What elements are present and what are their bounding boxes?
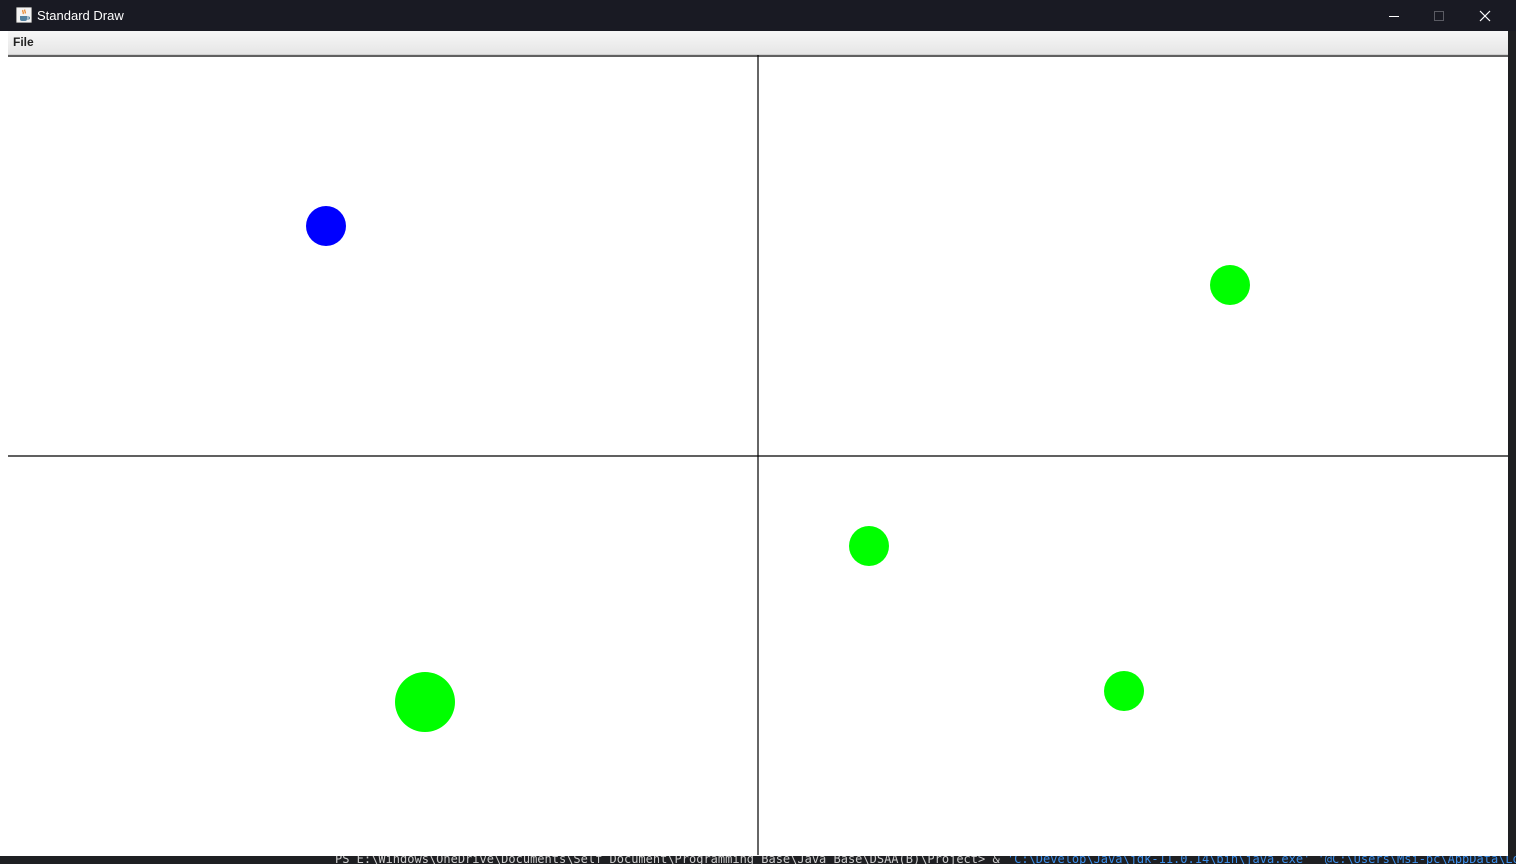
close-icon	[1479, 10, 1491, 21]
maximize-button[interactable]	[1416, 0, 1462, 31]
green-ball-top-right	[1210, 265, 1250, 305]
menu-bar: File	[8, 31, 1508, 55]
terminal-line: PS E:\Windows\OneDrive\Documents\Self Do…	[335, 855, 1516, 864]
green-ball-bottom-right-1	[849, 526, 889, 566]
green-ball-bottom-right-2	[1104, 671, 1144, 711]
canvas-svg	[8, 55, 1508, 855]
java-cup-icon	[16, 7, 32, 23]
terminal-args-path: '@C:\Users\Msi-pc\AppData\Local\	[1317, 855, 1516, 864]
window-border-right	[1508, 31, 1516, 856]
window-border	[0, 31, 8, 856]
window-title: Standard Draw	[37, 8, 124, 23]
blue-ball-top-left	[306, 206, 346, 246]
desktop: PS E:\Windows\OneDrive\Documents\Self Do…	[0, 0, 1516, 864]
terminal-java-path: 'C:\Develop\Java\jdk-11.0.14\bin\java.ex…	[1006, 855, 1311, 864]
draw-canvas[interactable]	[8, 55, 1508, 855]
close-button[interactable]	[1462, 0, 1508, 31]
standard-draw-window: Standard Draw File	[0, 0, 1516, 856]
green-ball-bottom-left	[395, 672, 455, 732]
menu-file[interactable]: File	[13, 35, 34, 49]
title-bar[interactable]: Standard Draw	[0, 0, 1516, 31]
background-terminal: PS E:\Windows\OneDrive\Documents\Self Do…	[0, 855, 1516, 864]
minimize-icon	[1389, 15, 1399, 17]
terminal-prompt: PS E:\Windows\OneDrive\Documents\Self Do…	[335, 855, 1007, 864]
minimize-button[interactable]	[1371, 0, 1417, 31]
maximize-icon	[1434, 10, 1444, 21]
